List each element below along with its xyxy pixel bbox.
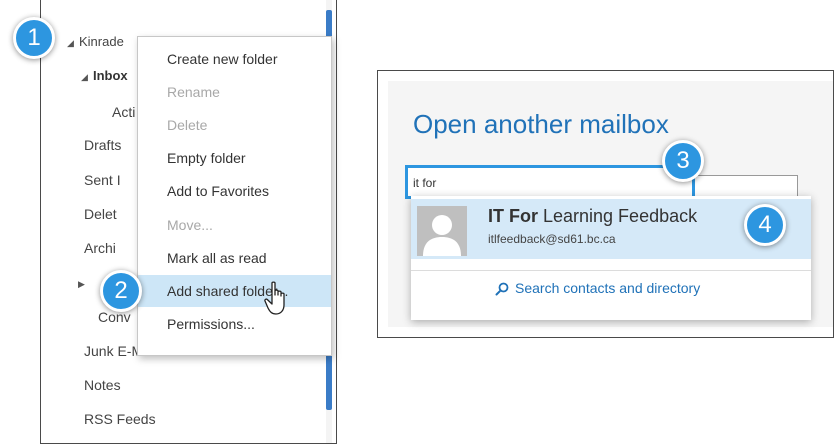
collapse-triangle-icon[interactable]: ◢ bbox=[67, 38, 74, 49]
menu-mark-all-as-read[interactable]: Mark all as read bbox=[138, 242, 331, 274]
dialog-title: Open another mailbox bbox=[413, 109, 669, 139]
menu-add-shared-folder[interactable]: Add shared folder... bbox=[138, 275, 331, 307]
menu-permissions[interactable]: Permissions... bbox=[138, 308, 331, 340]
step-2-badge: 2 bbox=[100, 270, 142, 312]
contact-name: IT For Learning Feedback bbox=[488, 206, 697, 227]
person-avatar-icon bbox=[417, 206, 467, 256]
step-4-badge: 4 bbox=[744, 204, 786, 246]
search-directory-link[interactable]: Search contacts and directory bbox=[495, 280, 700, 300]
menu-add-to-favorites[interactable]: Add to Favorites bbox=[138, 175, 331, 207]
step-1-badge: 1 bbox=[13, 17, 55, 59]
mailbox-search-input[interactable] bbox=[413, 175, 683, 191]
folder-notes[interactable]: Notes bbox=[84, 377, 121, 393]
contact-email: itlfeedback@sd61.bc.ca bbox=[488, 232, 616, 246]
folder-inbox[interactable]: Inbox bbox=[93, 68, 128, 83]
menu-rename[interactable]: Rename bbox=[138, 76, 331, 108]
menu-empty-folder[interactable]: Empty folder bbox=[138, 142, 331, 174]
folder-sent[interactable]: Sent I bbox=[84, 172, 121, 188]
expand-triangle-icon[interactable]: ▶ bbox=[78, 279, 85, 290]
folder-context-menu: Create new folder Rename Delete Empty fo… bbox=[137, 36, 332, 356]
contact-name-rest: Learning Feedback bbox=[538, 206, 698, 226]
folder-acti[interactable]: Acti bbox=[112, 104, 135, 120]
suggestion-divider bbox=[411, 270, 811, 271]
folder-deleted[interactable]: Delet bbox=[84, 206, 117, 222]
folder-drafts[interactable]: Drafts bbox=[84, 137, 121, 153]
search-icon bbox=[495, 282, 509, 296]
step-3-badge: 3 bbox=[662, 140, 704, 182]
menu-move[interactable]: Move... bbox=[138, 209, 331, 241]
menu-create-new-folder[interactable]: Create new folder bbox=[138, 43, 331, 75]
menu-delete[interactable]: Delete bbox=[138, 109, 331, 141]
folder-rss-feeds[interactable]: RSS Feeds bbox=[84, 411, 156, 427]
hand-pointer-icon bbox=[264, 281, 285, 315]
mailbox-search-box[interactable] bbox=[405, 165, 695, 199]
collapse-triangle-icon[interactable]: ◢ bbox=[81, 72, 88, 83]
search-directory-label: Search contacts and directory bbox=[515, 280, 701, 296]
folder-archive[interactable]: Archi bbox=[84, 240, 116, 256]
folder-kinrade[interactable]: Kinrade bbox=[79, 34, 124, 49]
contact-name-match: IT For bbox=[488, 206, 538, 226]
